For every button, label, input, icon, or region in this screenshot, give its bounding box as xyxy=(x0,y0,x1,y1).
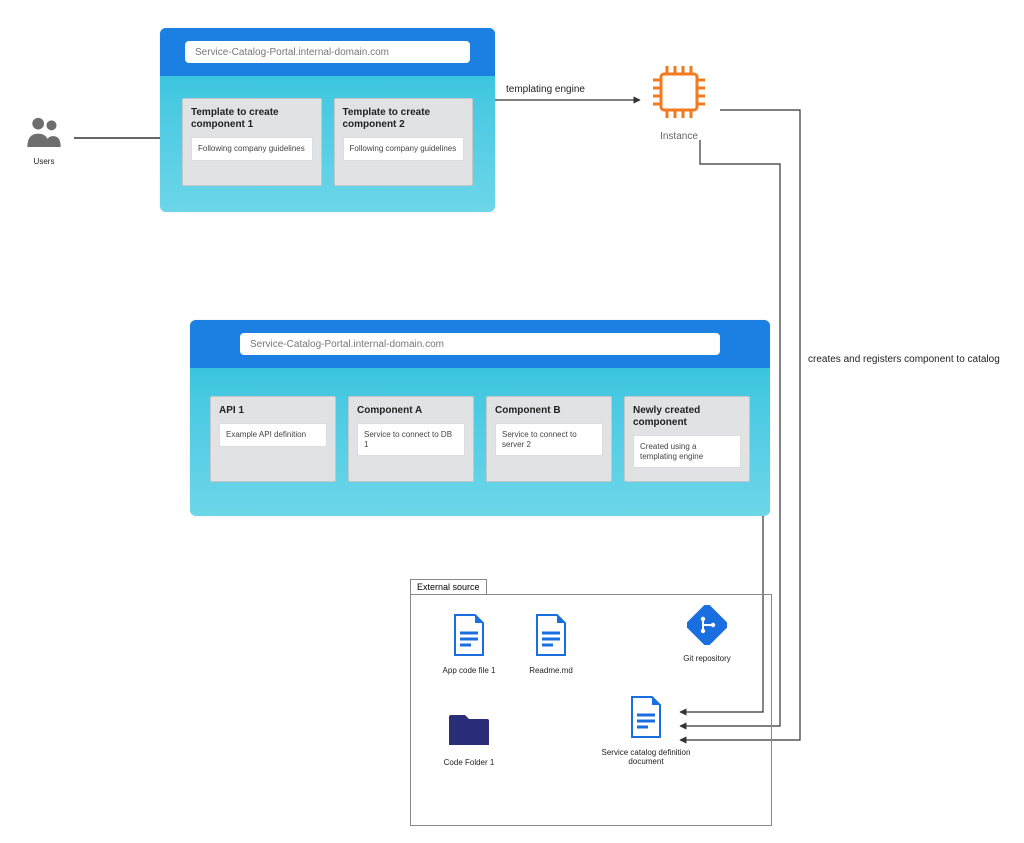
users-node: Users xyxy=(14,114,74,166)
users-label: Users xyxy=(14,157,74,166)
catalog-card-component-b[interactable]: Component B Service to connect to server… xyxy=(486,396,612,482)
catalog-card-component-b-sub: Service to connect to server 2 xyxy=(495,423,603,456)
git-repository-label: Git repository xyxy=(667,654,747,663)
catalog-card-new-component[interactable]: Newly created component Created using a … xyxy=(624,396,750,482)
catalog-card-component-a-title: Component A xyxy=(357,405,465,417)
git-repository: Git repository xyxy=(667,605,747,663)
external-source-title: External source xyxy=(410,579,487,594)
edge-label-templating: templating engine xyxy=(506,84,585,95)
document-icon xyxy=(628,726,664,743)
catalog-card-new-component-title: Newly created component xyxy=(633,405,741,429)
template-card-2-title: Template to create component 2 xyxy=(343,107,465,131)
template-card-2[interactable]: Template to create component 2 Following… xyxy=(334,98,474,186)
file-app-code-label: App code file 1 xyxy=(429,666,509,675)
portal-templates-address: Service-Catalog-Portal.internal-domain.c… xyxy=(185,41,470,63)
file-catalog-definition-label: Service catalog definition document xyxy=(601,748,691,766)
folder-icon xyxy=(447,736,491,753)
portal-templates: Service-Catalog-Portal.internal-domain.c… xyxy=(160,28,495,212)
file-readme: Readme.md xyxy=(511,613,591,675)
portal-templates-header: Service-Catalog-Portal.internal-domain.c… xyxy=(160,28,495,76)
catalog-card-api1-title: API 1 xyxy=(219,405,327,417)
template-card-1[interactable]: Template to create component 1 Following… xyxy=(182,98,322,186)
file-app-code: App code file 1 xyxy=(429,613,509,675)
external-source-box: External source App code file 1 xyxy=(410,594,772,826)
template-card-2-sub: Following company guidelines xyxy=(343,137,465,161)
portal-catalog-header: Service-Catalog-Portal.internal-domain.c… xyxy=(190,320,770,368)
users-icon xyxy=(24,137,64,154)
template-card-1-sub: Following company guidelines xyxy=(191,137,313,161)
portal-catalog: Service-Catalog-Portal.internal-domain.c… xyxy=(190,320,770,516)
document-icon xyxy=(533,644,569,661)
folder-code: Code Folder 1 xyxy=(429,713,509,767)
cpu-chip-icon xyxy=(649,109,709,126)
template-card-1-title: Template to create component 1 xyxy=(191,107,313,131)
git-icon xyxy=(687,632,727,649)
catalog-card-component-a[interactable]: Component A Service to connect to DB 1 xyxy=(348,396,474,482)
catalog-card-component-b-title: Component B xyxy=(495,405,603,417)
document-icon xyxy=(451,644,487,661)
instance-label: Instance xyxy=(636,131,722,142)
portal-templates-body: Template to create component 1 Following… xyxy=(160,76,495,212)
catalog-card-api1-sub: Example API definition xyxy=(219,423,327,447)
portal-catalog-body: API 1 Example API definition Component A… xyxy=(190,368,770,516)
file-readme-label: Readme.md xyxy=(511,666,591,675)
file-catalog-definition: Service catalog definition document xyxy=(601,695,691,766)
catalog-card-new-component-sub: Created using a templating engine xyxy=(633,435,741,468)
instance-node: Instance xyxy=(636,62,722,142)
catalog-card-component-a-sub: Service to connect to DB 1 xyxy=(357,423,465,456)
catalog-card-api1[interactable]: API 1 Example API definition xyxy=(210,396,336,482)
edge-label-creates: creates and registers component to catal… xyxy=(808,354,1000,365)
portal-catalog-address: Service-Catalog-Portal.internal-domain.c… xyxy=(240,333,720,355)
folder-code-label: Code Folder 1 xyxy=(429,758,509,767)
diagram-canvas: templating engine creates and registers … xyxy=(0,0,1024,843)
